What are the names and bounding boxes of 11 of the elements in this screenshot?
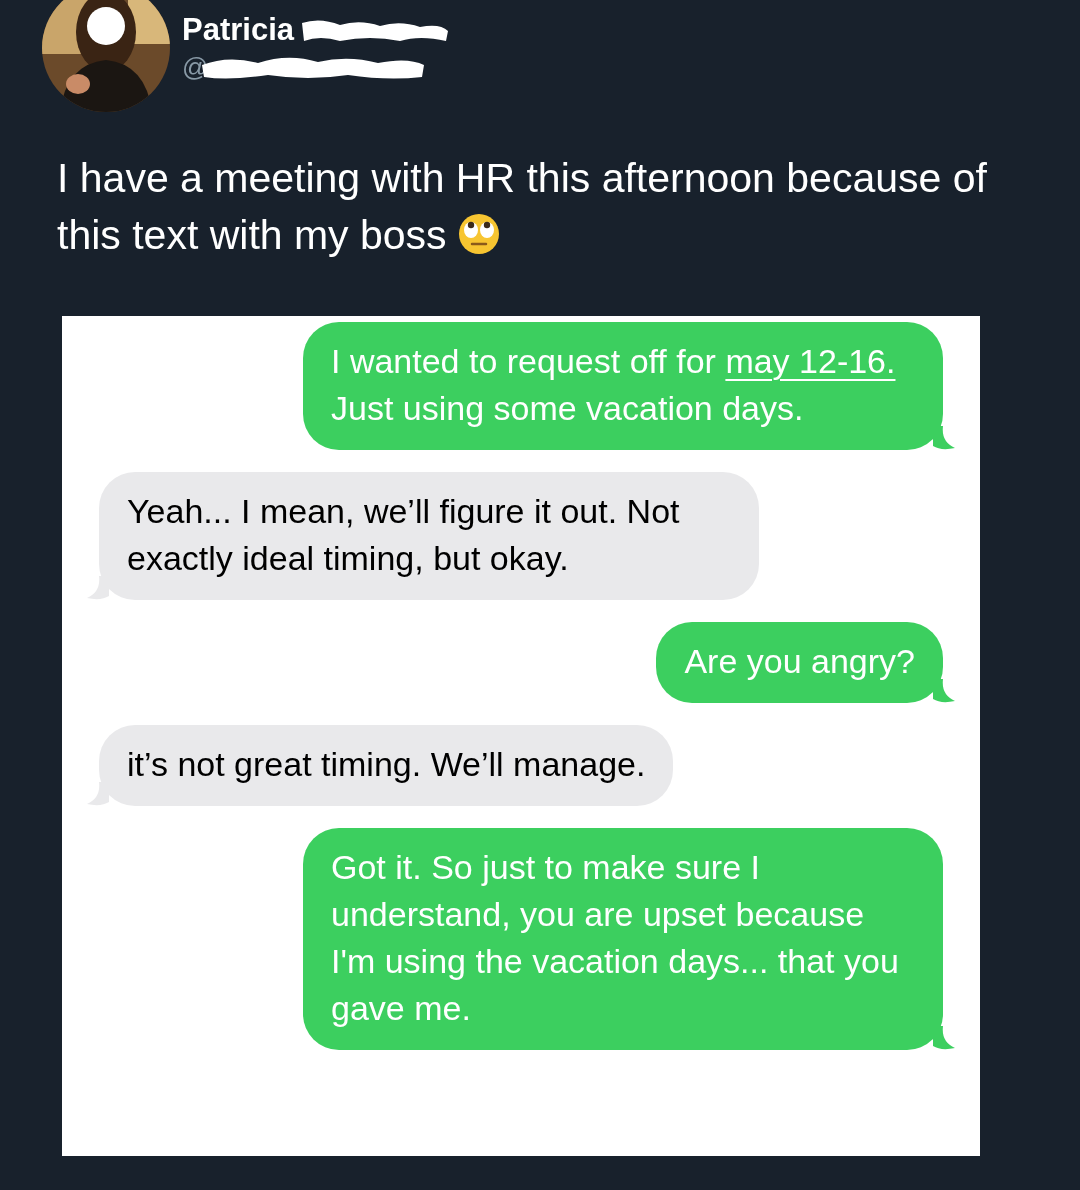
message-bubble: Yeah... I mean, we’ll figure it out. Not exactly ideal timing, but okay. — [99, 472, 759, 600]
eye-roll-face-icon — [458, 213, 501, 255]
message-bubble: it’s not great timing. We’ll manage. — [99, 725, 674, 806]
bubble-tail — [933, 1026, 955, 1050]
tweet-text: I have a meeting with HR this afternoon because of this text with my boss — [57, 154, 988, 260]
message-bubble: I wanted to request off for may 12-16. Just using some vacation days. — [303, 322, 943, 450]
message-bubble: Are you angry? — [656, 622, 943, 703]
bubble-tail — [933, 426, 955, 450]
bubble-tail — [933, 679, 955, 703]
message-bubble: Got it. So just to make sure I understand, you are upset because I'm using the vacation days... that you gave me. — [303, 828, 943, 1050]
author-name: Patricia — [182, 12, 294, 48]
